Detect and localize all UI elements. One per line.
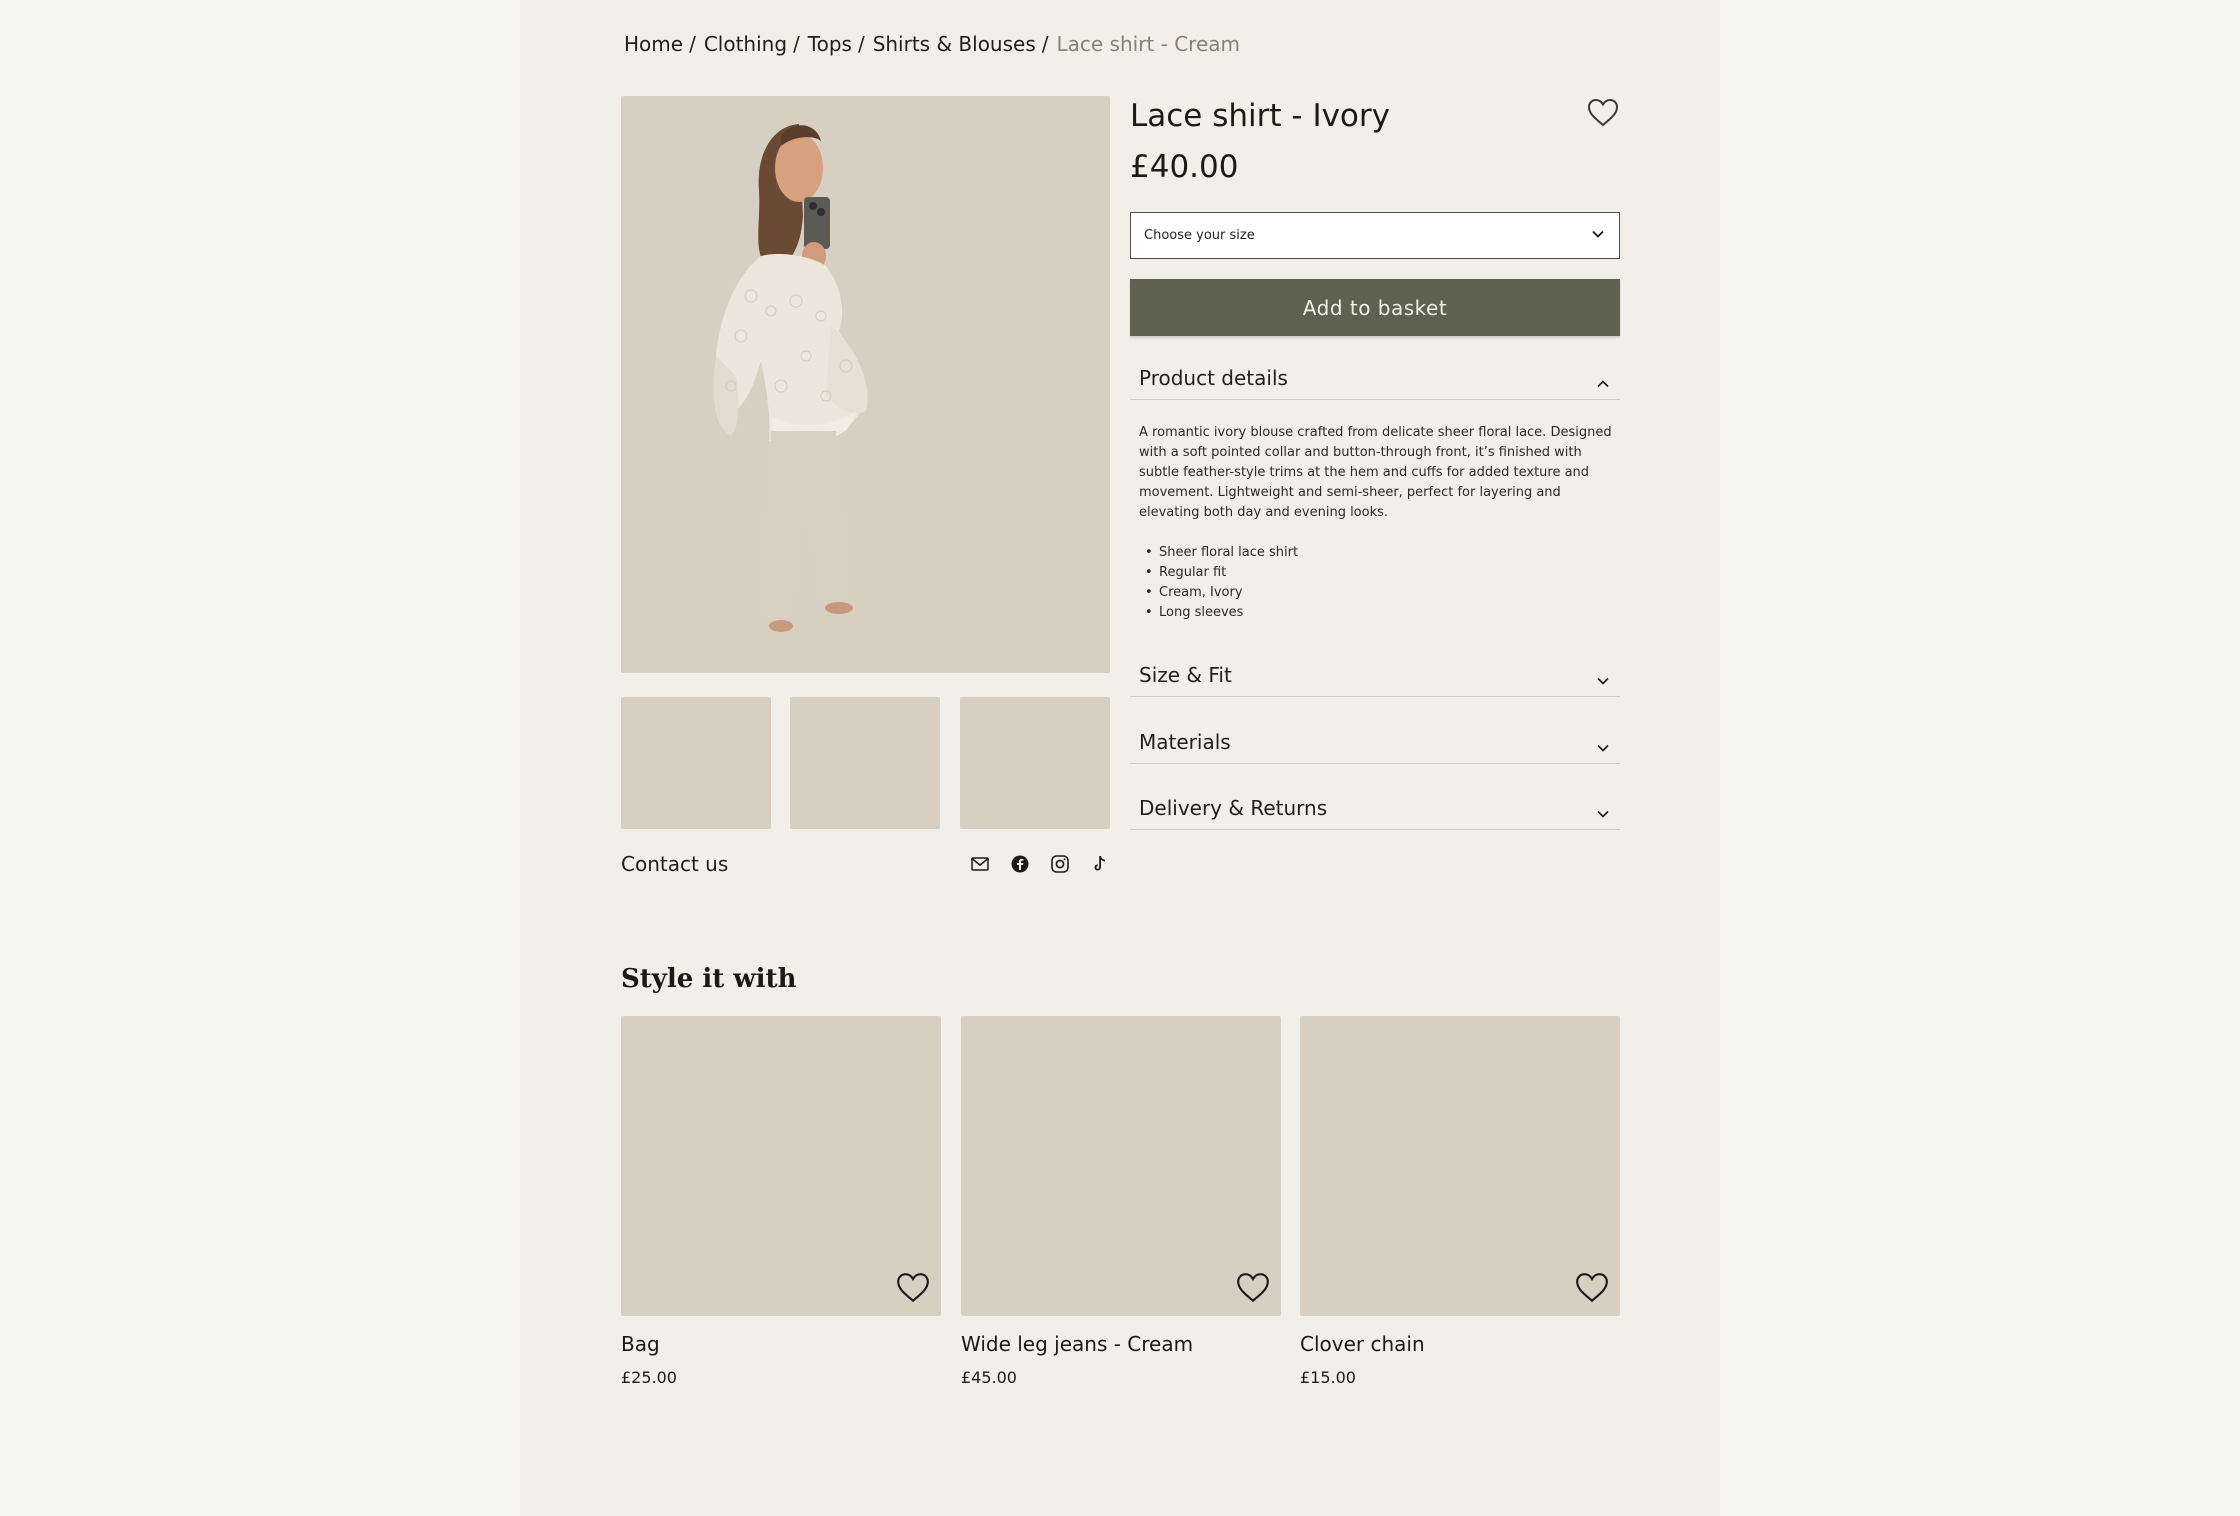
- product-page: Home / Clothing / Tops / Shirts & Blouse…: [520, 0, 1720, 1516]
- social-links: [970, 854, 1110, 874]
- breadcrumb-separator: /: [793, 32, 800, 56]
- add-to-basket-button[interactable]: Add to basket: [1130, 279, 1620, 336]
- main-product-image[interactable]: [621, 96, 1110, 673]
- breadcrumb-shirts-blouses[interactable]: Shirts & Blouses: [873, 32, 1036, 56]
- product-title: Lace shirt - Ivory: [1130, 98, 1390, 134]
- chevron-down-icon: [1591, 228, 1605, 243]
- chevron-down-icon: [1596, 734, 1610, 758]
- breadcrumb-clothing[interactable]: Clothing: [704, 32, 787, 56]
- chevron-down-icon: [1596, 800, 1610, 824]
- facebook-icon[interactable]: [1010, 854, 1030, 874]
- product-card-price: £15.00: [1300, 1368, 1356, 1387]
- instagram-icon[interactable]: [1050, 854, 1070, 874]
- heart-icon[interactable]: [1235, 1270, 1271, 1306]
- accordion-materials[interactable]: Materials: [1130, 730, 1620, 764]
- breadcrumb: Home / Clothing / Tops / Shirts & Blouse…: [624, 32, 1240, 56]
- breadcrumb-current: Lace shirt - Cream: [1056, 32, 1241, 56]
- contact-us-link[interactable]: Contact us: [621, 852, 728, 876]
- accordion-size-fit[interactable]: Size & Fit: [1130, 663, 1620, 697]
- chevron-up-icon: [1596, 370, 1610, 394]
- product-description: A romantic ivory blouse crafted from del…: [1139, 425, 1612, 520]
- product-card[interactable]: Wide leg jeans - Cream £45.00: [961, 1016, 1281, 1387]
- chevron-down-icon: [1596, 667, 1610, 691]
- product-card-name[interactable]: Wide leg jeans - Cream: [961, 1332, 1281, 1356]
- product-card-image[interactable]: [961, 1016, 1281, 1316]
- product-details-content: A romantic ivory blouse crafted from del…: [1139, 423, 1619, 623]
- tiktok-icon[interactable]: [1090, 854, 1110, 874]
- heart-icon[interactable]: [1574, 1270, 1610, 1306]
- product-card-price: £45.00: [961, 1368, 1017, 1387]
- breadcrumb-home[interactable]: Home: [624, 32, 683, 56]
- list-item: Sheer floral lace shirt: [1139, 543, 1619, 563]
- list-item: Regular fit: [1139, 563, 1619, 583]
- breadcrumb-tops[interactable]: Tops: [808, 32, 852, 56]
- heart-icon[interactable]: [1586, 96, 1620, 130]
- size-dropdown-label: Choose your size: [1144, 228, 1255, 243]
- accordion-label: Materials: [1139, 730, 1231, 754]
- mail-icon[interactable]: [970, 854, 990, 874]
- thumbnail-1[interactable]: [621, 697, 771, 829]
- product-card-image[interactable]: [1300, 1016, 1620, 1316]
- breadcrumb-separator: /: [1041, 32, 1049, 56]
- size-dropdown[interactable]: Choose your size: [1130, 212, 1620, 259]
- thumbnail-2[interactable]: [790, 697, 940, 829]
- product-features-list: Sheer floral lace shirt Regular fit Crea…: [1139, 543, 1619, 623]
- accordion-label: Product details: [1139, 366, 1288, 390]
- product-card[interactable]: Bag £25.00: [621, 1016, 941, 1387]
- accordion-delivery-returns[interactable]: Delivery & Returns: [1130, 796, 1620, 830]
- product-card-price: £25.00: [621, 1368, 677, 1387]
- heart-icon[interactable]: [895, 1270, 931, 1306]
- accordion-label: Delivery & Returns: [1139, 796, 1328, 820]
- model-photo: [713, 124, 868, 632]
- breadcrumb-separator: /: [857, 32, 865, 56]
- product-card-name[interactable]: Clover chain: [1300, 1332, 1620, 1356]
- product-card-image[interactable]: [621, 1016, 941, 1316]
- breadcrumb-separator: /: [689, 32, 696, 56]
- accordion-product-details[interactable]: Product details: [1130, 366, 1620, 400]
- style-it-with-heading: Style it with: [621, 964, 797, 994]
- product-price: £40.00: [1130, 149, 1239, 185]
- accordion-label: Size & Fit: [1139, 663, 1232, 687]
- list-item: Long sleeves: [1139, 603, 1619, 623]
- product-card-name[interactable]: Bag: [621, 1332, 941, 1356]
- product-card[interactable]: Clover chain £15.00: [1300, 1016, 1620, 1387]
- list-item: Cream, Ivory: [1139, 583, 1619, 603]
- thumbnail-3[interactable]: [960, 697, 1110, 829]
